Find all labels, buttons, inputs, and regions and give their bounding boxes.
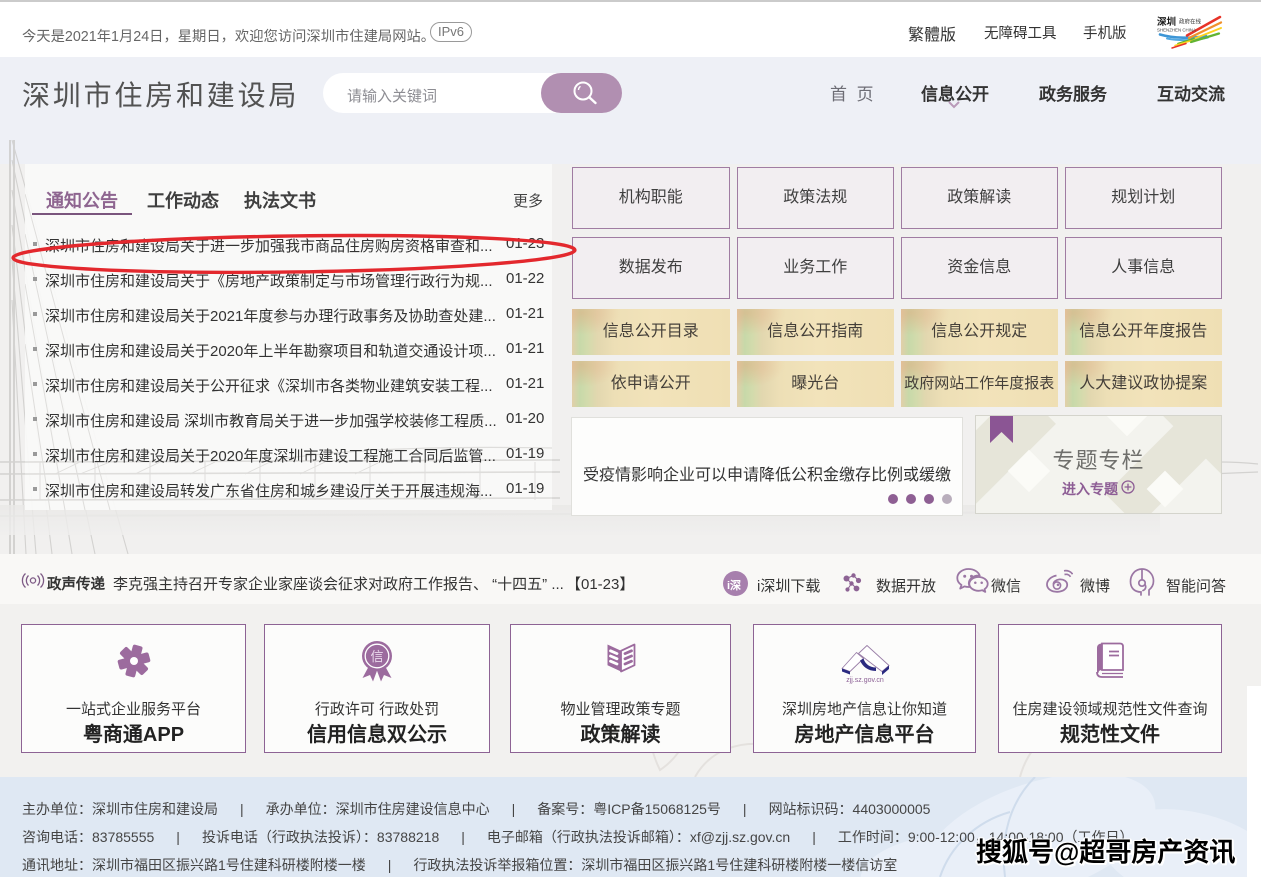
- svg-text:SHENZHEN CHINA: SHENZHEN CHINA: [1157, 28, 1196, 33]
- svg-text:深圳: 深圳: [1157, 16, 1176, 28]
- svg-text:信: 信: [370, 649, 383, 664]
- svg-text:zjj.sz.gov.cn: zjj.sz.gov.cn: [846, 677, 884, 684]
- svg-text:政府在线: 政府在线: [1179, 18, 1202, 26]
